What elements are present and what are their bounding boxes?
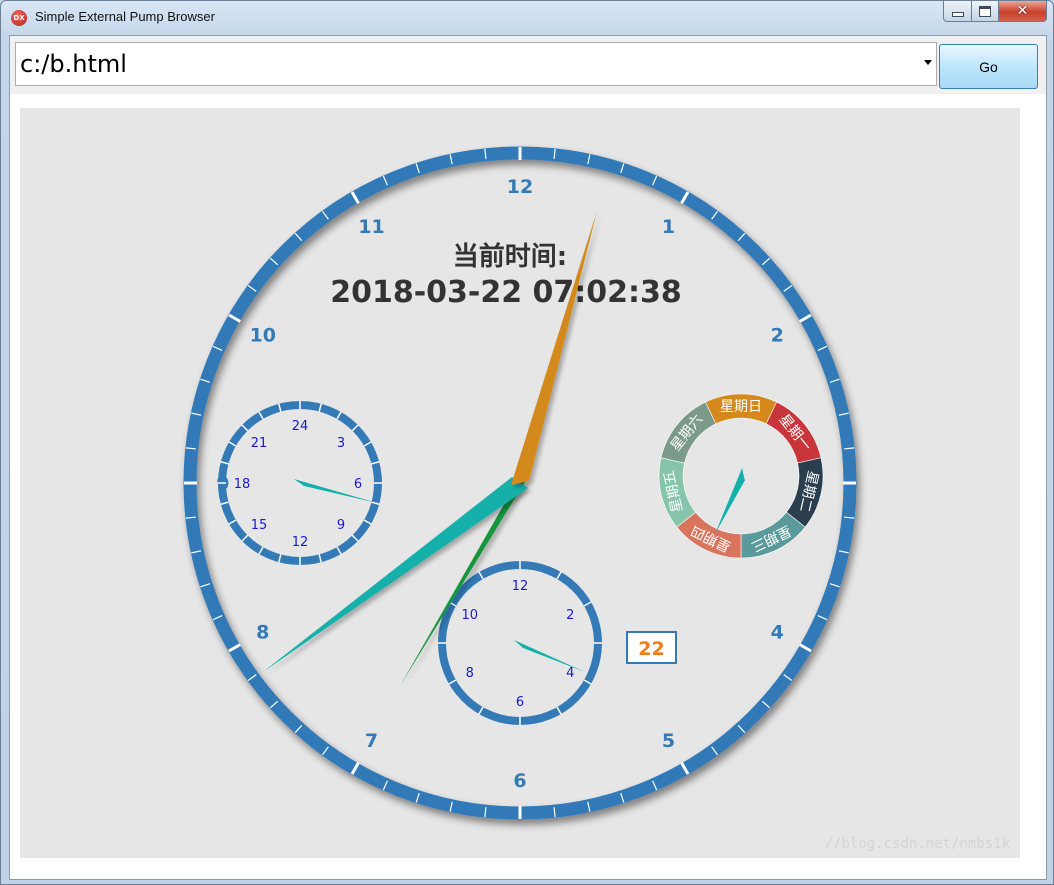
month-number: 10: [461, 608, 478, 623]
hour24-number: 6: [354, 477, 362, 492]
close-icon: ✕: [1016, 3, 1029, 19]
watermark-text: //blog.csdn.net/nmbs1k: [824, 836, 1010, 852]
title-bar[interactable]: DX Simple External Pump Browser ✕: [1, 1, 1053, 35]
main-hour-number: 11: [358, 216, 384, 238]
hour24-number: 24: [292, 419, 309, 434]
main-hour-number: 7: [365, 730, 378, 752]
browser-view: 121234567891011 2436912151821 12246810 星…: [10, 94, 1046, 879]
window-title: Simple External Pump Browser: [35, 9, 215, 24]
day-of-month: 22: [638, 638, 664, 660]
clock-canvas: 121234567891011 2436912151821 12246810 星…: [20, 108, 1020, 858]
month-number: 6: [516, 695, 524, 710]
main-hour-number: 1: [662, 216, 675, 238]
main-hour-number: 12: [507, 176, 533, 198]
main-hour-number: 6: [513, 770, 526, 792]
url-combobox[interactable]: c:/b.html: [15, 42, 937, 86]
minimize-icon: [951, 12, 964, 17]
month-number: 8: [466, 666, 474, 681]
month-number: 4: [566, 666, 574, 681]
weekday-label: 星期日: [720, 399, 762, 415]
main-hour-number: 5: [662, 730, 675, 752]
hour24-number: 12: [292, 535, 309, 550]
window-controls: ✕: [943, 1, 1047, 23]
dropdown-arrow-icon[interactable]: [924, 60, 932, 65]
current-datetime: 2018-03-22 07:02:38: [330, 275, 682, 310]
weekday-ring: 星期日星期一星期二星期三星期四星期五星期六: [658, 393, 824, 559]
hour24-number: 3: [337, 436, 345, 451]
hour24-number: 18: [234, 477, 251, 492]
clock-svg: 121234567891011 2436912151821 12246810 星…: [183, 146, 857, 820]
url-input[interactable]: c:/b.html: [20, 50, 127, 78]
hour24-number: 9: [337, 518, 345, 533]
main-hour-number: 8: [256, 622, 269, 644]
app-logo-icon: DX: [11, 10, 27, 26]
main-hour-number: 10: [250, 325, 276, 347]
hour24-number: 21: [251, 436, 268, 451]
time-heading: 当前时间:: [453, 241, 567, 272]
hour24-number: 15: [251, 518, 268, 533]
hour24-hand: [294, 479, 377, 503]
app-window: DX Simple External Pump Browser ✕ c:/b.h…: [0, 0, 1054, 885]
maximize-button[interactable]: [972, 1, 999, 22]
maximize-icon: [979, 5, 991, 17]
hour-hand: [400, 477, 528, 686]
hour24-subdial: 24 3 6 9 12 15 18 21: [218, 401, 382, 565]
go-button[interactable]: Go: [939, 44, 1038, 89]
main-hour-number: 2: [771, 325, 784, 347]
month-hand: [514, 640, 585, 672]
client-area: c:/b.html Go 121234567891011 243691215: [9, 35, 1047, 880]
month-number: 12: [512, 579, 529, 594]
weekday-hand: [715, 473, 745, 534]
month-number: 2: [566, 608, 574, 623]
close-button[interactable]: ✕: [999, 1, 1047, 22]
minimize-button[interactable]: [943, 1, 972, 22]
month-subdial: 12 2 4 6 8 10: [438, 561, 602, 725]
main-hour-number: 4: [771, 622, 784, 644]
